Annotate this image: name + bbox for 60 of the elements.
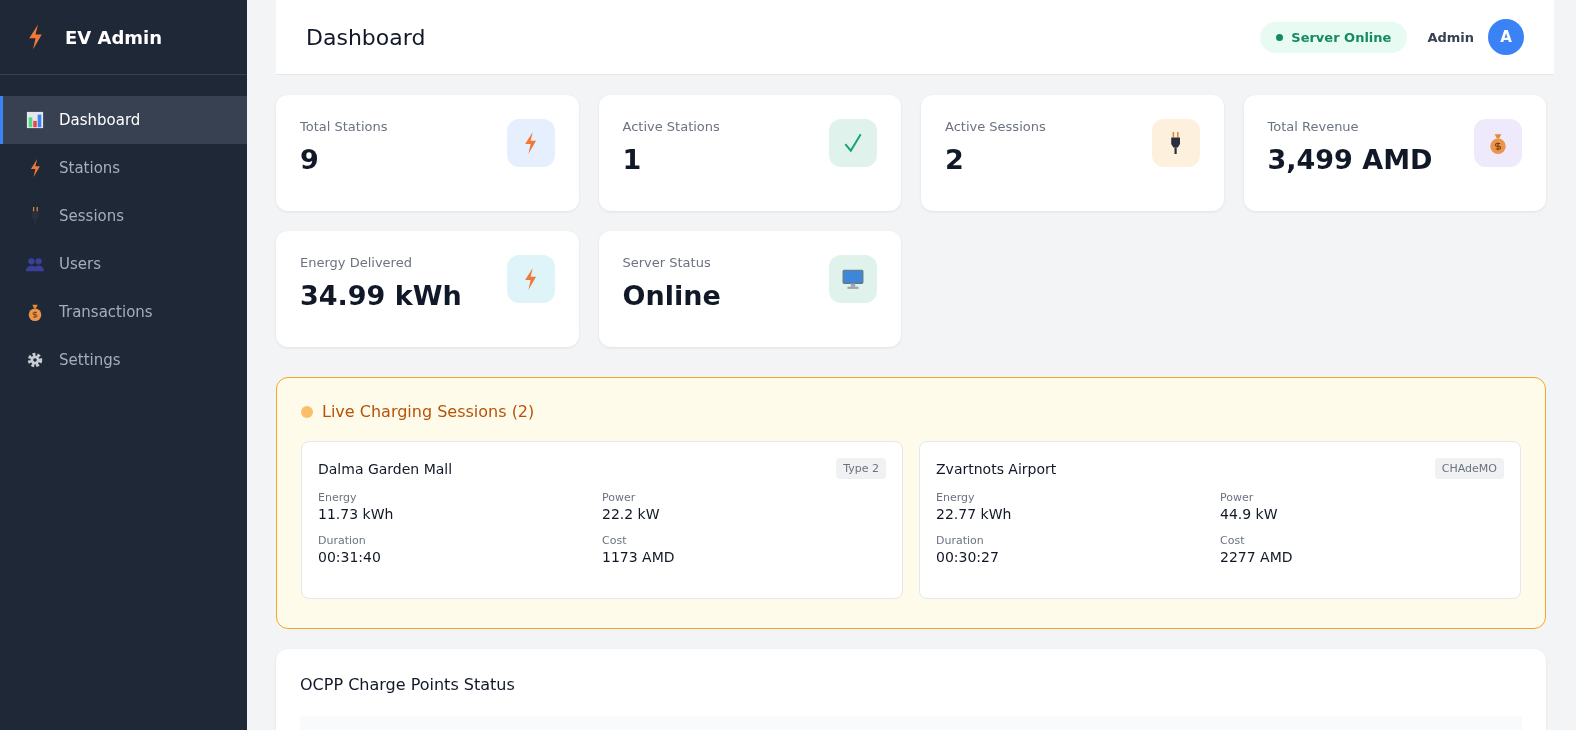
- metric-value: 22.77 kWh: [936, 506, 1013, 522]
- metric-value: 00:31:40: [318, 549, 382, 565]
- metric-value: 11.73 kWh: [318, 506, 395, 522]
- metric-value: 22.2 kW: [602, 506, 661, 522]
- metric-value: 00:30:27: [936, 549, 1000, 565]
- metric-value: 44.9 kW: [1220, 506, 1279, 522]
- metric-label: Power: [1220, 491, 1255, 504]
- connector-tag: Type 2: [836, 458, 886, 479]
- stat-value: 3,499 AMD: [1267, 144, 1433, 175]
- stat-label: Total Revenue: [1267, 119, 1360, 134]
- lightning-bolt-icon: [523, 132, 538, 154]
- station-name: Zvartnots Airport: [936, 460, 1057, 477]
- money-bag-icon: [1487, 132, 1509, 154]
- panel-title: OCPP Charge Points Status: [300, 675, 516, 694]
- stat-label: Server Status: [622, 255, 712, 270]
- stat-label: Active Sessions: [945, 119, 1046, 134]
- metric-label: Power: [602, 491, 637, 504]
- live-dot-icon: [301, 405, 313, 418]
- stat-value: Online: [622, 280, 721, 311]
- stat-value: 34.99 kWh: [300, 280, 462, 311]
- metric-value: 2277 AMD: [1220, 549, 1294, 565]
- users-icon: [26, 255, 44, 273]
- settings-icon: [26, 351, 44, 369]
- lightning-bolt-icon: [28, 24, 43, 50]
- metric-label: Energy: [936, 491, 976, 504]
- station-name: Dalma Garden Mall: [318, 460, 453, 477]
- stat-value: 2: [945, 144, 965, 175]
- app-name: EV Admin: [65, 26, 163, 48]
- stat-value: 1: [622, 144, 643, 175]
- user-avatar[interactable]: A: [1488, 19, 1524, 55]
- user-name: Admin: [1427, 29, 1474, 45]
- plug-icon: [1168, 132, 1183, 154]
- sidebar-item[interactable]: Transactions: [0, 288, 247, 336]
- check-icon: [842, 132, 864, 154]
- metric-label: Duration: [318, 534, 367, 547]
- sidebar-item[interactable]: Users: [0, 240, 247, 288]
- panel-title: Live Charging Sessions (2): [322, 402, 535, 421]
- metric-label: Duration: [936, 534, 985, 547]
- stat-label: Active Stations: [622, 119, 720, 134]
- plug-icon: [29, 207, 41, 225]
- sidebar-item[interactable]: Settings: [0, 336, 247, 384]
- sidebar-item[interactable]: Sessions: [0, 192, 247, 240]
- bar-chart-icon: [26, 111, 44, 129]
- lightning-bolt-icon: [523, 268, 538, 290]
- server-status-badge: Server Online: [1260, 21, 1408, 53]
- monitor-icon: [842, 268, 864, 290]
- stat-label: Energy Delivered: [300, 255, 413, 270]
- page-title: Dashboard: [306, 24, 426, 50]
- lightning-bolt-icon: [29, 159, 41, 177]
- metric-label: Energy: [318, 491, 358, 504]
- sidebar-item[interactable]: Stations: [0, 144, 247, 192]
- stat-label: Total Stations: [300, 119, 388, 134]
- metric-value: 1173 AMD: [602, 549, 676, 565]
- connector-tag: CHAdeMO: [1434, 458, 1504, 479]
- money-bag-icon: [26, 303, 44, 321]
- status-dot-icon: [1276, 33, 1284, 41]
- stat-value: 9: [300, 144, 320, 175]
- metric-label: Cost: [602, 534, 628, 547]
- sidebar-item[interactable]: Dashboard: [0, 96, 247, 144]
- metric-label: Cost: [1220, 534, 1246, 547]
